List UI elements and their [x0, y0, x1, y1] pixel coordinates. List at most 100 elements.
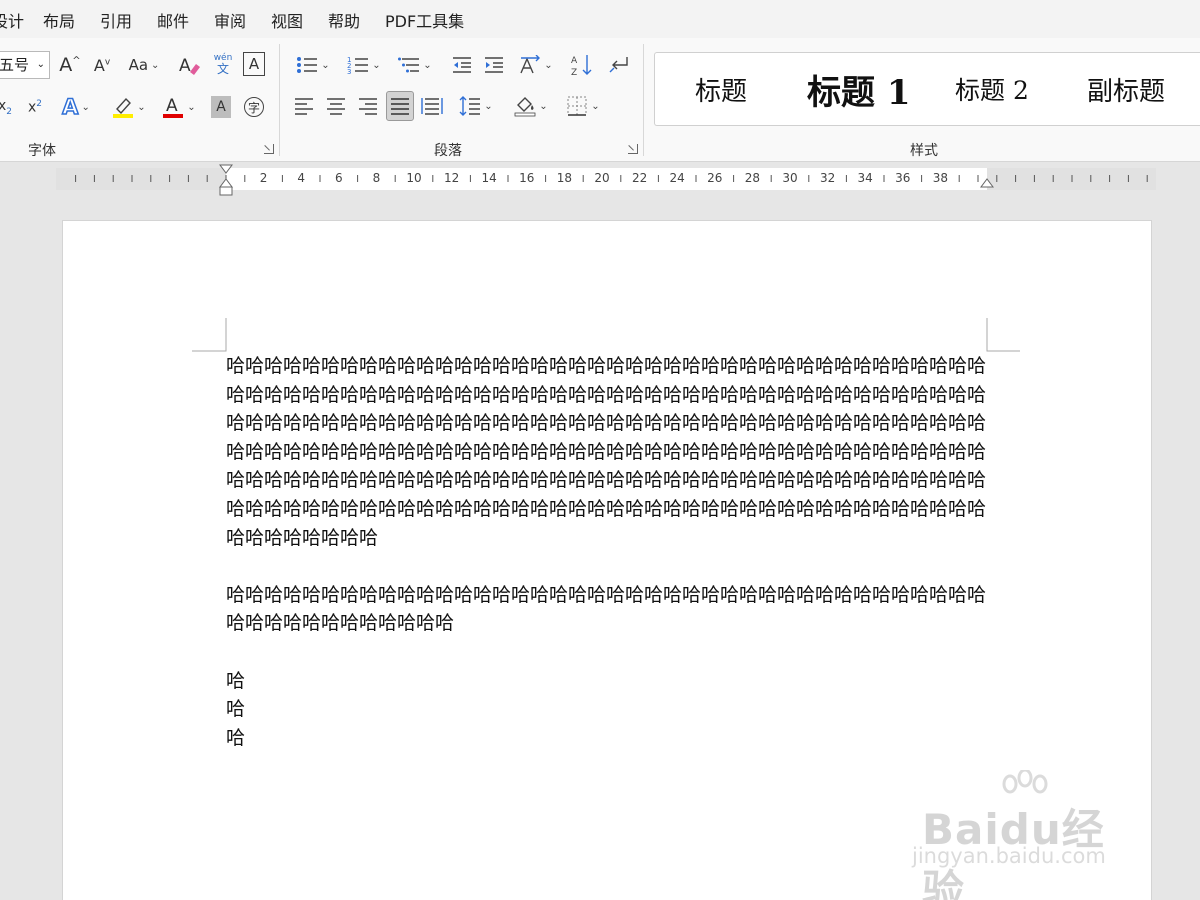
- paragraph[interactable]: 哈哈哈哈哈哈哈哈哈哈哈哈哈哈哈哈哈哈哈哈哈哈哈哈哈哈哈哈哈哈哈哈哈哈哈哈哈哈哈哈…: [226, 581, 996, 638]
- ruler-number: 16: [519, 171, 535, 185]
- superscript-button[interactable]: x2: [24, 93, 46, 121]
- document-body[interactable]: 哈哈哈哈哈哈哈哈哈哈哈哈哈哈哈哈哈哈哈哈哈哈哈哈哈哈哈哈哈哈哈哈哈哈哈哈哈哈哈哈…: [226, 352, 996, 752]
- first-line-indent-marker[interactable]: [219, 164, 233, 174]
- bullets-button[interactable]: ⌄: [292, 51, 334, 79]
- ruler-number: 38: [932, 171, 949, 185]
- chevron-down-icon: ⌄: [151, 59, 160, 71]
- empty-paragraph: [226, 638, 996, 667]
- watermark: Baidu经验 jingyan.baidu.com: [912, 770, 1142, 900]
- ruler-number: 26: [707, 171, 723, 185]
- font-color-button[interactable]: A ⌄: [158, 93, 200, 121]
- character-shading-button[interactable]: A: [211, 96, 231, 118]
- superscript-icon: x2: [27, 98, 43, 116]
- numbered-list-icon: 123: [347, 56, 369, 75]
- hanging-indent-marker[interactable]: [219, 178, 233, 188]
- align-left-icon: [295, 98, 313, 115]
- tab-pdf-tools[interactable]: PDF工具集: [385, 8, 464, 32]
- clear-formatting-button[interactable]: A: [176, 51, 202, 79]
- paragraph-dialog-launcher-icon[interactable]: [628, 144, 638, 154]
- paragraph[interactable]: 哈: [226, 695, 996, 724]
- increase-indent-icon: [485, 57, 503, 73]
- sort-button[interactable]: AZ: [568, 51, 596, 79]
- chevron-down-icon: ⌄: [187, 101, 196, 113]
- subscript-button[interactable]: x2: [0, 93, 14, 121]
- styles-group-label: 样式: [910, 143, 938, 159]
- line-spacing-button[interactable]: ⌄: [455, 92, 497, 120]
- paragraph[interactable]: 哈: [226, 724, 996, 753]
- ruler-number: 20: [594, 171, 610, 185]
- clear-formatting-icon: A: [179, 56, 200, 76]
- bullet-list-icon: [297, 57, 318, 73]
- style-subtitle[interactable]: 副标题: [1087, 53, 1165, 125]
- text-effects-button[interactable]: A ⌄: [56, 93, 96, 121]
- change-case-button[interactable]: Aa ⌄: [124, 51, 164, 79]
- tab-view[interactable]: 视图: [271, 8, 303, 32]
- paragraph-mark-icon: [609, 57, 628, 73]
- tab-help[interactable]: 帮助: [328, 8, 360, 32]
- increase-indent-button[interactable]: [482, 51, 506, 79]
- shading-button[interactable]: ⌄: [510, 92, 552, 120]
- tab-review[interactable]: 审阅: [214, 8, 246, 32]
- numbering-button[interactable]: 1 2 3 ⌄: [343, 51, 385, 79]
- text-effects-icon: A: [61, 94, 79, 120]
- left-indent-marker[interactable]: [219, 186, 233, 196]
- svg-text:A: A: [166, 96, 178, 116]
- align-left-button[interactable]: [292, 92, 316, 120]
- tab-layout[interactable]: 布局: [43, 8, 75, 32]
- chevron-down-icon: ⌄: [36, 59, 45, 70]
- paint-bucket-icon: [514, 97, 536, 117]
- style-heading-1[interactable]: 标题 1: [807, 53, 911, 125]
- chevron-down-icon: ⌄: [372, 59, 381, 71]
- chevron-down-icon: ⌄: [539, 100, 548, 112]
- borders-icon: [567, 96, 587, 116]
- ruler-number: 36: [895, 171, 911, 185]
- show-marks-button[interactable]: [606, 51, 632, 79]
- phonetic-guide-button[interactable]: wén 文: [210, 50, 236, 78]
- chevron-down-icon: ⌄: [81, 101, 90, 113]
- shrink-font-icon: Av: [93, 55, 111, 75]
- tab-references[interactable]: 引用: [100, 8, 132, 32]
- paragraph[interactable]: 哈哈哈哈哈哈哈哈哈哈哈哈哈哈哈哈哈哈哈哈哈哈哈哈哈哈哈哈哈哈哈哈哈哈哈哈哈哈哈哈…: [226, 352, 996, 552]
- character-border-button[interactable]: A: [243, 52, 265, 76]
- highlight-color-button[interactable]: ⌄: [108, 93, 150, 121]
- chevron-down-icon: ⌄: [544, 59, 553, 71]
- ruler-number: 6: [334, 171, 343, 185]
- margin-corner-top-right: [986, 318, 1020, 352]
- ruler-number: 32: [819, 171, 836, 185]
- right-indent-marker[interactable]: [980, 178, 994, 188]
- ruler-number: 30: [782, 171, 798, 185]
- ruler-number: 28: [744, 171, 761, 185]
- paragraph[interactable]: 哈: [226, 667, 996, 696]
- ruler-number: 2: [259, 171, 268, 185]
- borders-button[interactable]: ⌄: [562, 92, 604, 120]
- watermark-url: jingyan.baidu.com: [912, 844, 1106, 868]
- enclose-characters-button[interactable]: 字: [243, 93, 265, 121]
- subscript-icon: x2: [0, 97, 13, 117]
- grow-font-button[interactable]: A^: [58, 51, 82, 79]
- ruler-number: 4: [297, 171, 306, 185]
- distributed-button[interactable]: [420, 92, 444, 120]
- align-right-button[interactable]: [356, 92, 380, 120]
- shrink-font-button[interactable]: Av: [90, 51, 114, 79]
- style-heading-2[interactable]: 标题 2: [955, 53, 1029, 125]
- ruler-number: 14: [481, 171, 497, 185]
- styles-gallery: 标题 标题 1 标题 2 副标题: [654, 52, 1200, 126]
- paragraph-group-label: 段落: [434, 143, 462, 159]
- decrease-indent-button[interactable]: [450, 51, 474, 79]
- multilevel-list-icon: [398, 57, 420, 73]
- align-center-button[interactable]: [324, 92, 348, 120]
- chevron-down-icon: ⌄: [321, 59, 330, 71]
- decrease-indent-icon: [453, 57, 471, 73]
- font-size-select[interactable]: 五号 ⌄: [0, 51, 50, 79]
- ruler-number: 12: [443, 171, 460, 185]
- font-dialog-launcher-icon[interactable]: [264, 144, 274, 154]
- multilevel-list-button[interactable]: ⌄: [394, 51, 436, 79]
- style-title[interactable]: 标题: [695, 53, 747, 125]
- tab-mailings[interactable]: 邮件: [157, 8, 189, 32]
- sort-icon: AZ: [571, 55, 592, 77]
- group-divider: [279, 44, 280, 156]
- highlighter-icon: [113, 97, 134, 118]
- text-direction-button[interactable]: ⌄: [516, 51, 556, 79]
- justify-button[interactable]: [386, 91, 414, 121]
- tab-design[interactable]: 设计: [0, 8, 24, 32]
